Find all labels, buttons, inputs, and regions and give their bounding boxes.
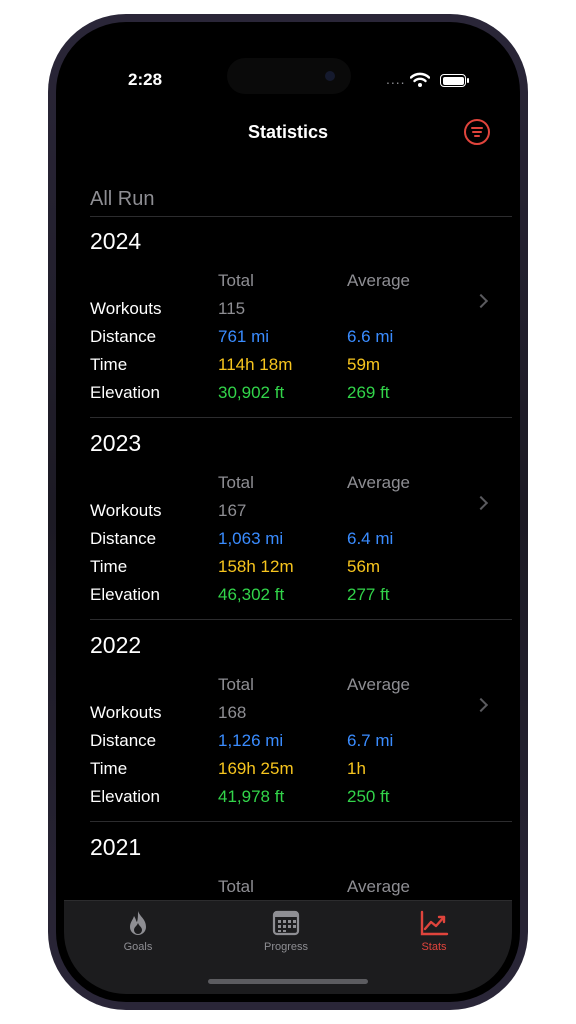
phone-frame: 2:28 .... Statistics All Run 2024 Total … xyxy=(48,14,528,1010)
time-label: Time xyxy=(90,355,128,374)
year-label: 2022 xyxy=(90,632,142,658)
year-row-2022[interactable]: 2022 Total Average Workouts 168 Distance… xyxy=(64,620,512,822)
tab-stats[interactable]: Stats xyxy=(374,909,494,953)
average-header: Average xyxy=(347,675,411,694)
status-time: 2:28 xyxy=(128,70,163,89)
distance-label: Distance xyxy=(90,731,157,750)
calendar-icon xyxy=(272,910,300,936)
year-label: 2024 xyxy=(90,228,142,254)
time-total: 158h 12m xyxy=(218,557,294,576)
elevation-row: Elevation 46,302 ft 277 ft xyxy=(64,585,512,611)
time-average: 1h xyxy=(347,759,366,778)
tab-goals[interactable]: Goals xyxy=(78,909,198,953)
tab-progress-label: Progress xyxy=(263,941,309,953)
elevation-average: 269 ft xyxy=(347,383,390,402)
section-title: All Run xyxy=(90,188,155,210)
distance-average: 6.7 mi xyxy=(347,731,394,750)
year-row-2023[interactable]: 2023 Total Average Workouts 167 Distance… xyxy=(64,418,512,620)
average-header: Average xyxy=(347,271,411,290)
total-header: Total xyxy=(218,877,254,896)
elevation-label: Elevation xyxy=(90,787,160,806)
chart-trend-icon xyxy=(420,910,449,936)
page-title: Statistics xyxy=(247,122,329,142)
year-label: 2023 xyxy=(90,430,142,456)
distance-row: Distance 1,126 mi 6.7 mi xyxy=(64,731,512,757)
tab-bar: Goals Progress Stats xyxy=(64,900,512,994)
workouts-row: Workouts 115 xyxy=(64,299,512,325)
camera-icon xyxy=(325,71,335,81)
distance-total: 1,063 mi xyxy=(218,529,284,548)
distance-total: 761 mi xyxy=(218,327,270,346)
year-row-2024[interactable]: 2024 Total Average Workouts 115 Distance… xyxy=(64,216,512,418)
distance-label: Distance xyxy=(90,327,157,346)
flame-icon xyxy=(130,911,146,935)
distance-row: Distance 761 mi 6.6 mi xyxy=(64,327,512,353)
workouts-total: 167 xyxy=(218,501,247,520)
workouts-total: 168 xyxy=(218,703,247,722)
distance-average: 6.4 mi xyxy=(347,529,394,548)
time-label: Time xyxy=(90,557,128,576)
elevation-total: 41,978 ft xyxy=(218,787,285,806)
elevation-label: Elevation xyxy=(90,383,160,402)
dynamic-island xyxy=(227,58,351,94)
time-average: 56m xyxy=(347,557,381,576)
time-label: Time xyxy=(90,759,128,778)
filter-icon[interactable] xyxy=(464,119,490,145)
time-total: 169h 25m xyxy=(218,759,294,778)
home-indicator[interactable] xyxy=(208,979,368,984)
elevation-total: 30,902 ft xyxy=(218,383,285,402)
workouts-row: Workouts 167 xyxy=(64,501,512,527)
elevation-average: 250 ft xyxy=(347,787,390,806)
wifi-icon xyxy=(410,72,430,87)
distance-total: 1,126 mi xyxy=(218,731,284,750)
screen: 2:28 .... Statistics All Run 2024 Total … xyxy=(64,30,512,994)
signal-icon: .... xyxy=(386,71,406,87)
tab-progress[interactable]: Progress xyxy=(226,909,346,953)
stats-list[interactable]: All Run 2024 Total Average Workouts 115 … xyxy=(64,180,512,916)
workouts-label: Workouts xyxy=(90,501,162,520)
total-header: Total xyxy=(218,473,254,492)
average-header: Average xyxy=(347,877,411,896)
year-label: 2021 xyxy=(90,834,142,860)
distance-row: Distance 1,063 mi 6.4 mi xyxy=(64,529,512,555)
total-header: Total xyxy=(218,271,254,290)
total-header: Total xyxy=(218,675,254,694)
elevation-average: 277 ft xyxy=(347,585,390,604)
workouts-total: 115 xyxy=(218,299,246,318)
time-average: 59m xyxy=(347,355,381,374)
time-row: Time 114h 18m 59m xyxy=(64,355,512,381)
time-total: 114h 18m xyxy=(218,355,293,374)
elevation-total: 46,302 ft xyxy=(218,585,285,604)
time-row: Time 169h 25m 1h xyxy=(64,759,512,785)
elevation-label: Elevation xyxy=(90,585,160,604)
tab-stats-label: Stats xyxy=(421,941,447,953)
battery-icon xyxy=(440,74,469,87)
elevation-row: Elevation 30,902 ft 269 ft xyxy=(64,383,512,409)
tab-goals-label: Goals xyxy=(123,941,153,953)
distance-average: 6.6 mi xyxy=(347,327,394,346)
elevation-row: Elevation 41,978 ft 250 ft xyxy=(64,787,512,813)
workouts-row: Workouts 168 xyxy=(64,703,512,729)
time-row: Time 158h 12m 56m xyxy=(64,557,512,583)
average-header: Average xyxy=(347,473,411,492)
workouts-label: Workouts xyxy=(90,299,162,318)
workouts-label: Workouts xyxy=(90,703,162,722)
distance-label: Distance xyxy=(90,529,157,548)
